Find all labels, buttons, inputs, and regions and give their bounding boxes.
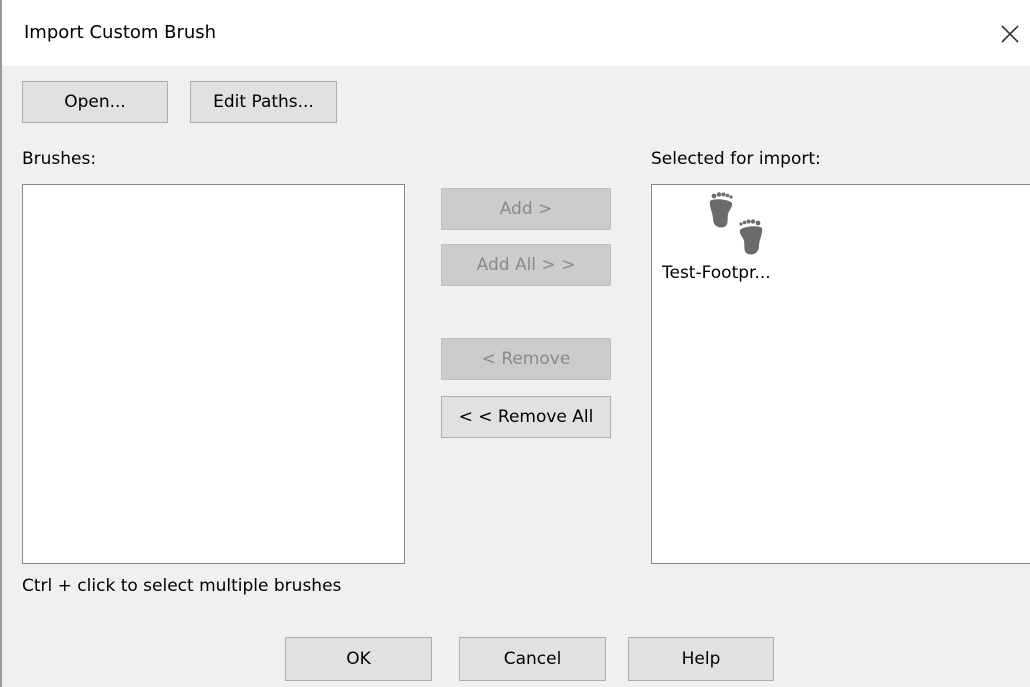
footprints-icon	[709, 192, 763, 255]
brushes-list[interactable]	[22, 184, 405, 564]
add-button[interactable]: Add >	[441, 188, 611, 230]
import-custom-brush-dialog: Import Custom Brush Open... Edit Paths..…	[0, 0, 1030, 687]
edit-paths-button[interactable]: Edit Paths...	[190, 81, 337, 123]
selected-for-import-label: Selected for import:	[651, 149, 821, 169]
dialog-title: Import Custom Brush	[24, 22, 217, 43]
add-all-button[interactable]: Add All > >	[441, 244, 611, 286]
brushes-label: Brushes:	[22, 149, 97, 169]
selected-brush-item[interactable]: Test-Footpr...	[660, 191, 820, 291]
title-bar: Import Custom Brush	[2, 0, 1030, 66]
help-button[interactable]: Help	[628, 637, 774, 681]
close-icon	[1001, 25, 1019, 43]
remove-button[interactable]: < Remove	[441, 338, 611, 380]
selected-for-import-list[interactable]: Test-Footpr...	[651, 184, 1030, 564]
remove-all-button[interactable]: < < Remove All	[441, 396, 611, 438]
cancel-button[interactable]: Cancel	[459, 637, 606, 681]
open-button[interactable]: Open...	[22, 81, 168, 123]
close-button[interactable]	[988, 12, 1030, 56]
multi-select-hint: Ctrl + click to select multiple brushes	[22, 576, 342, 596]
ok-button[interactable]: OK	[285, 637, 432, 681]
selected-brush-name: Test-Footpr...	[662, 263, 771, 283]
